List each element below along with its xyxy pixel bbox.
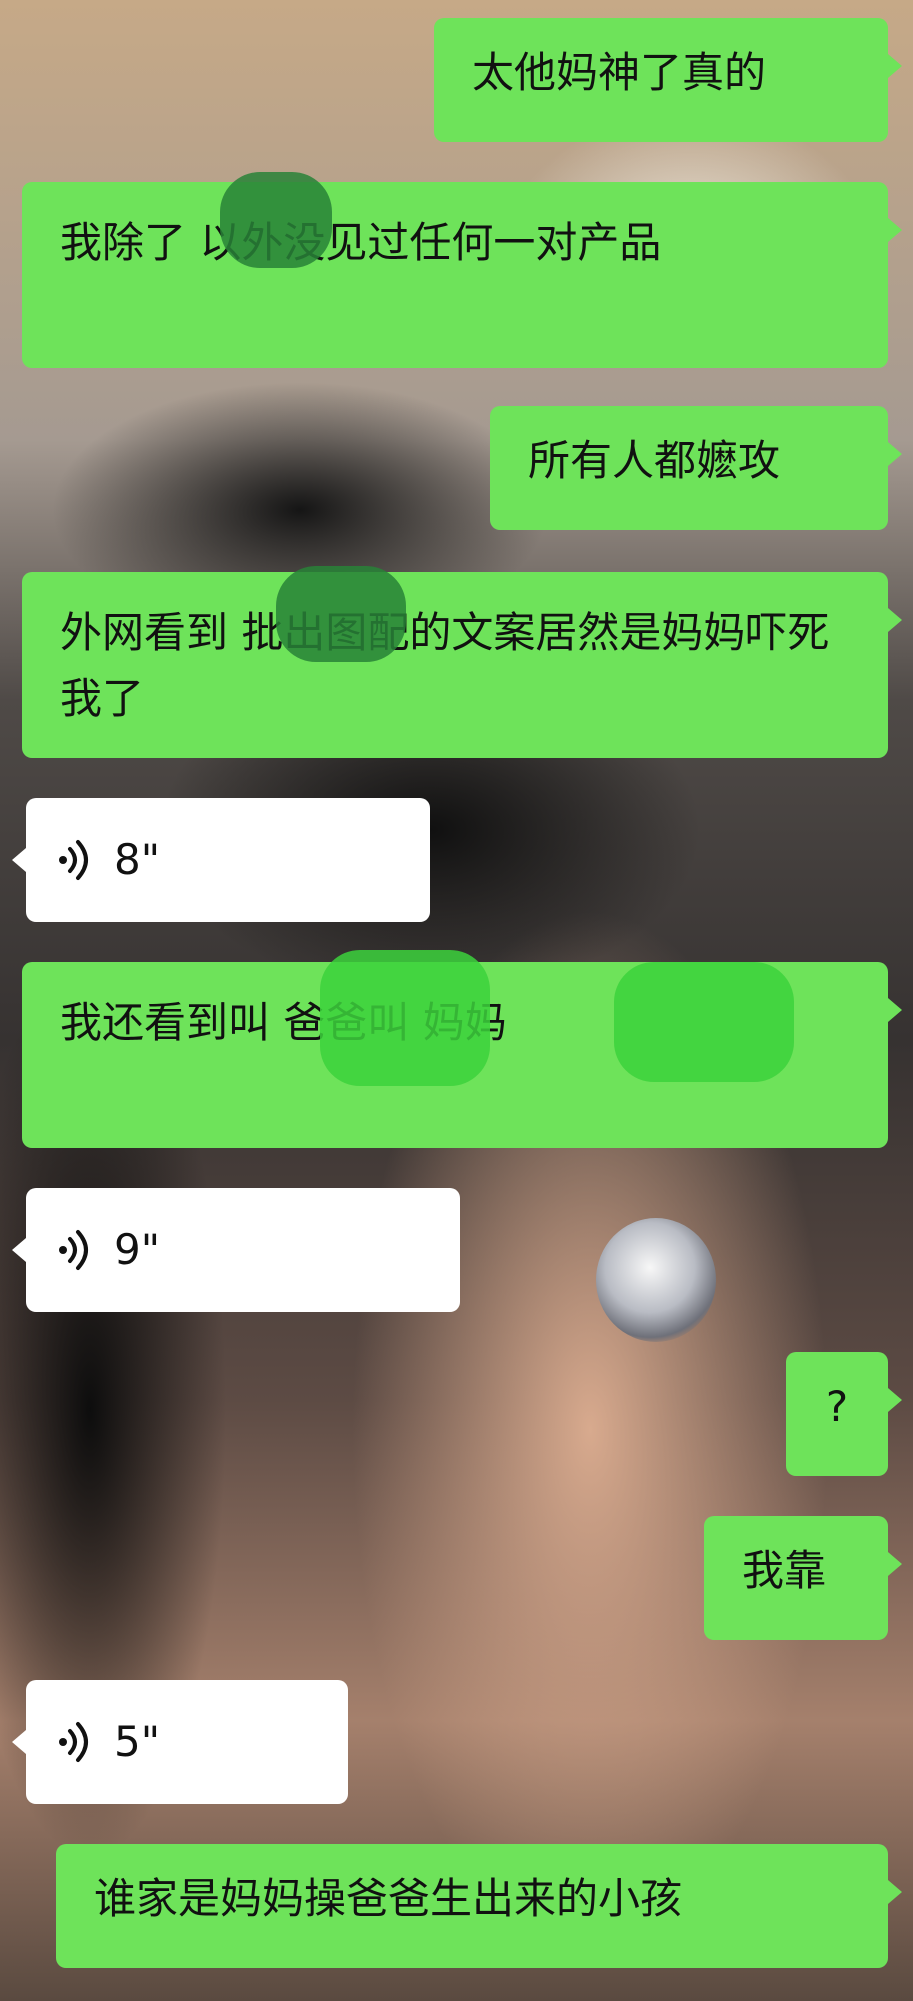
voice-duration: 8" <box>114 835 161 884</box>
message-bubble-sent[interactable]: 外网看到 批出图配的文案居然是妈妈吓死我了 <box>22 572 902 758</box>
voice-message-bubble[interactable]: 8" <box>12 798 430 922</box>
message-bubble-sent[interactable]: 我除了 以外没见过任何一对产品 <box>22 182 902 368</box>
voice-wave-icon <box>59 1722 88 1762</box>
voice-message-bubble[interactable]: 5" <box>12 1680 348 1804</box>
message-bubble-sent[interactable]: 谁家是妈妈操爸爸生出来的小孩 <box>56 1844 902 1968</box>
redaction-blur <box>320 950 490 1086</box>
voice-message-bubble[interactable]: 9" <box>12 1188 460 1312</box>
voice-wave-icon <box>59 840 88 880</box>
message-text: 所有人都嬷攻 <box>528 436 781 485</box>
background-ring-highlight <box>596 1218 716 1342</box>
voice-duration: 9" <box>114 1225 161 1274</box>
message-text: 我除了 以外没见过任何一对产品 <box>60 218 662 267</box>
redaction-blur <box>220 172 332 268</box>
message-bubble-sent[interactable]: 我靠 <box>704 1516 902 1640</box>
message-text: 我靠 <box>742 1546 827 1595</box>
message-text: ? <box>825 1382 849 1431</box>
message-text: 太他妈神了真的 <box>472 48 767 97</box>
redaction-blur <box>614 962 794 1082</box>
message-text: 外网看到 批出图配的文案居然是妈妈吓死我了 <box>60 608 830 723</box>
message-bubble-sent[interactable]: ? <box>786 1352 902 1476</box>
message-text: 谁家是妈妈操爸爸生出来的小孩 <box>94 1874 683 1923</box>
message-bubble-sent[interactable]: 太他妈神了真的 <box>434 18 902 142</box>
voice-duration: 5" <box>114 1717 161 1766</box>
message-bubble-sent[interactable]: 所有人都嬷攻 <box>490 406 902 530</box>
redaction-blur <box>276 566 406 662</box>
voice-wave-icon <box>59 1230 88 1270</box>
